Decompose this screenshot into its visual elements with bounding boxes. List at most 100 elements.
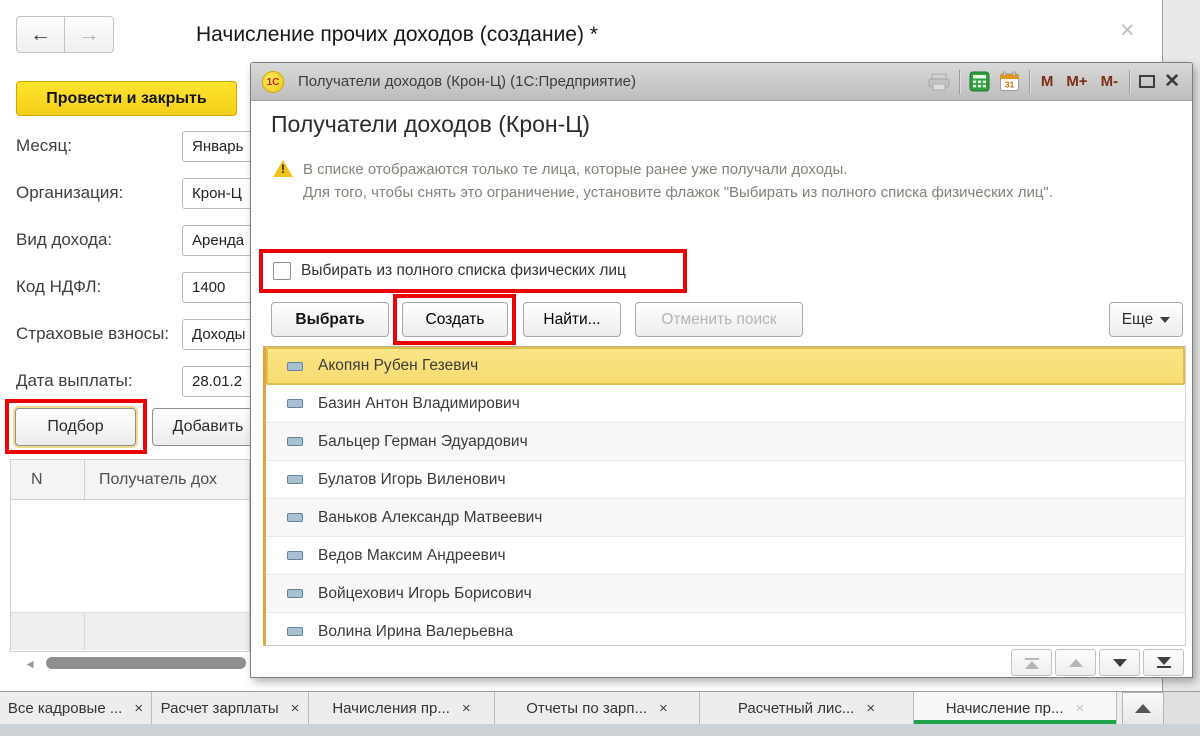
person-icon [287, 551, 303, 560]
go-down-button[interactable] [1099, 649, 1140, 676]
scrollbar-thumb[interactable] [46, 657, 246, 669]
tab-label: Начисления пр... [332, 700, 450, 717]
dialog-close-icon[interactable]: ✕ [1164, 72, 1180, 91]
tab-close-icon[interactable]: × [659, 700, 668, 717]
tab-label: Начисление пр... [946, 700, 1064, 717]
triangle-up-icon [1135, 704, 1151, 713]
person-name: Акопян Рубен Гезевич [318, 357, 478, 375]
memory-m-button[interactable]: М [1039, 73, 1056, 90]
field-label: Месяц: [16, 136, 72, 156]
list-item[interactable]: Бальцер Герман Эдуардович [266, 423, 1185, 461]
print-icon[interactable] [928, 73, 950, 91]
tab-close-icon[interactable]: × [291, 700, 300, 717]
chevron-down-icon [1160, 317, 1170, 323]
bar [1025, 658, 1039, 660]
calculator-icon[interactable] [969, 71, 990, 92]
field-label: Код НДФЛ: [16, 277, 101, 297]
person-name: Волина Ирина Валерьевна [318, 623, 513, 641]
person-icon [287, 627, 303, 636]
go-first-button[interactable] [1011, 649, 1052, 676]
person-icon [287, 513, 303, 522]
person-icon [287, 437, 303, 446]
tab-close-icon[interactable]: × [866, 700, 875, 717]
list-item[interactable]: Базин Антон Владимирович [266, 385, 1185, 423]
recipients-dialog: 1С Получатели доходов (Крон-Ц) (1С:Предп… [250, 62, 1193, 678]
scroll-left-icon[interactable]: ◄ [24, 657, 36, 671]
list-item[interactable]: Ваньков Александр Матвеевич [266, 499, 1185, 537]
bottom-strip [0, 724, 1200, 736]
back-button[interactable]: ← [16, 16, 65, 53]
tabbar-scroll-up-button[interactable] [1122, 692, 1164, 724]
tab-close-icon[interactable]: × [1076, 700, 1085, 717]
memory-mplus-button[interactable]: М+ [1064, 73, 1089, 90]
back-arrow-icon: ← [30, 23, 51, 46]
warning-line-1: В списке отображаются только те лица, ко… [303, 158, 1053, 181]
tab-close-icon[interactable]: × [462, 700, 471, 717]
go-last-button[interactable] [1143, 649, 1184, 676]
titlebar-icons: 31 М М+ М- ✕ [928, 70, 1192, 94]
footer-cell [11, 613, 85, 650]
tab-label: Расчет зарплаты [161, 700, 279, 717]
person-name: Войцехович Игорь Борисович [318, 585, 532, 603]
window-tab[interactable]: Расчетный лис...× [700, 692, 914, 724]
go-up-button[interactable] [1055, 649, 1096, 676]
last-icon [1157, 657, 1171, 665]
person-name: Бальцер Герман Эдуардович [318, 433, 528, 451]
full-list-checkbox[interactable] [273, 262, 291, 280]
cancel-search-button: Отменить поиск [635, 302, 803, 337]
horizontal-scrollbar[interactable]: ◄ [10, 656, 246, 670]
window-tab[interactable]: Начисление пр... × [914, 692, 1117, 724]
more-button[interactable]: Еще [1109, 302, 1183, 337]
calendar-icon[interactable]: 31 [999, 71, 1020, 92]
window-tab[interactable]: Начисления пр... × [309, 692, 495, 724]
titlebar-separator [1029, 70, 1030, 94]
list-item[interactable]: Волина Ирина Валерьевна [266, 613, 1185, 646]
recipients-table-body [11, 500, 249, 613]
first-icon [1025, 661, 1039, 669]
tab-close-icon[interactable]: × [134, 700, 143, 717]
dialog-titlebar[interactable]: 1С Получатели доходов (Крон-Ц) (1С:Предп… [251, 63, 1192, 101]
form-row: Вид дохода:Аренда [16, 225, 250, 257]
warning-text: В списке отображаются только те лица, ко… [303, 158, 1053, 204]
list-item[interactable]: Ведов Максим Андреевич [266, 537, 1185, 575]
window-tab[interactable]: Расчет зарплаты × [152, 692, 309, 724]
maximize-icon[interactable] [1139, 75, 1155, 88]
recipients-table: N Получатель дох [10, 459, 250, 652]
person-icon [287, 475, 303, 484]
open-windows-tabbar: Все кадровые ...×Расчет зарплаты×Начисле… [0, 691, 1200, 724]
create-button[interactable]: Создать [402, 302, 508, 337]
column-header-n[interactable]: N [11, 460, 85, 499]
1c-logo-icon: 1С [262, 71, 284, 93]
pick-button[interactable]: Подбор [15, 408, 136, 446]
select-button[interactable]: Выбрать [271, 302, 389, 337]
up-icon [1069, 659, 1083, 667]
form-row: Месяц:Январь [16, 131, 250, 163]
titlebar-separator [1129, 70, 1130, 94]
column-header-recipient[interactable]: Получатель дох [85, 460, 249, 499]
window-tab[interactable]: Все кадровые ... × [0, 692, 152, 724]
titlebar-separator [959, 70, 960, 94]
person-name: Ведов Максим Андреевич [318, 547, 506, 565]
recipients-list[interactable]: Акопян Рубен Гезевич Базин Антон Владимир… [263, 346, 1186, 646]
window-tab[interactable]: Отчеты по зарп... × [495, 692, 700, 724]
svg-text:31: 31 [1005, 79, 1015, 89]
tab-label: Отчеты по зарп... [526, 700, 647, 717]
warning-line-2: Для того, чтобы снять это ограничение, у… [303, 181, 1053, 204]
memory-mminus-button[interactable]: М- [1099, 73, 1121, 90]
add-button[interactable]: Добавить [152, 408, 264, 446]
document-close-icon[interactable]: × [1120, 16, 1135, 45]
list-item[interactable]: Булатов Игорь Виленович [266, 461, 1185, 499]
form-row: Организация:Крон-Ц [16, 178, 250, 210]
more-button-label: Еще [1122, 311, 1154, 328]
list-item[interactable]: Войцехович Игорь Борисович [266, 575, 1185, 613]
forward-arrow-icon: → [79, 23, 100, 46]
forward-button[interactable]: → [65, 16, 114, 53]
find-button[interactable]: Найти... [523, 302, 621, 337]
recipients-table-header: N Получатель дох [11, 460, 249, 500]
list-item[interactable]: Акопян Рубен Гезевич [266, 347, 1185, 385]
dialog-heading: Получатели доходов (Крон-Ц) [271, 111, 590, 138]
person-icon [287, 362, 303, 371]
tab-label: Все кадровые ... [8, 700, 122, 717]
post-and-close-button[interactable]: Провести и закрыть [16, 81, 237, 116]
person-name: Ваньков Александр Матвеевич [318, 509, 542, 527]
